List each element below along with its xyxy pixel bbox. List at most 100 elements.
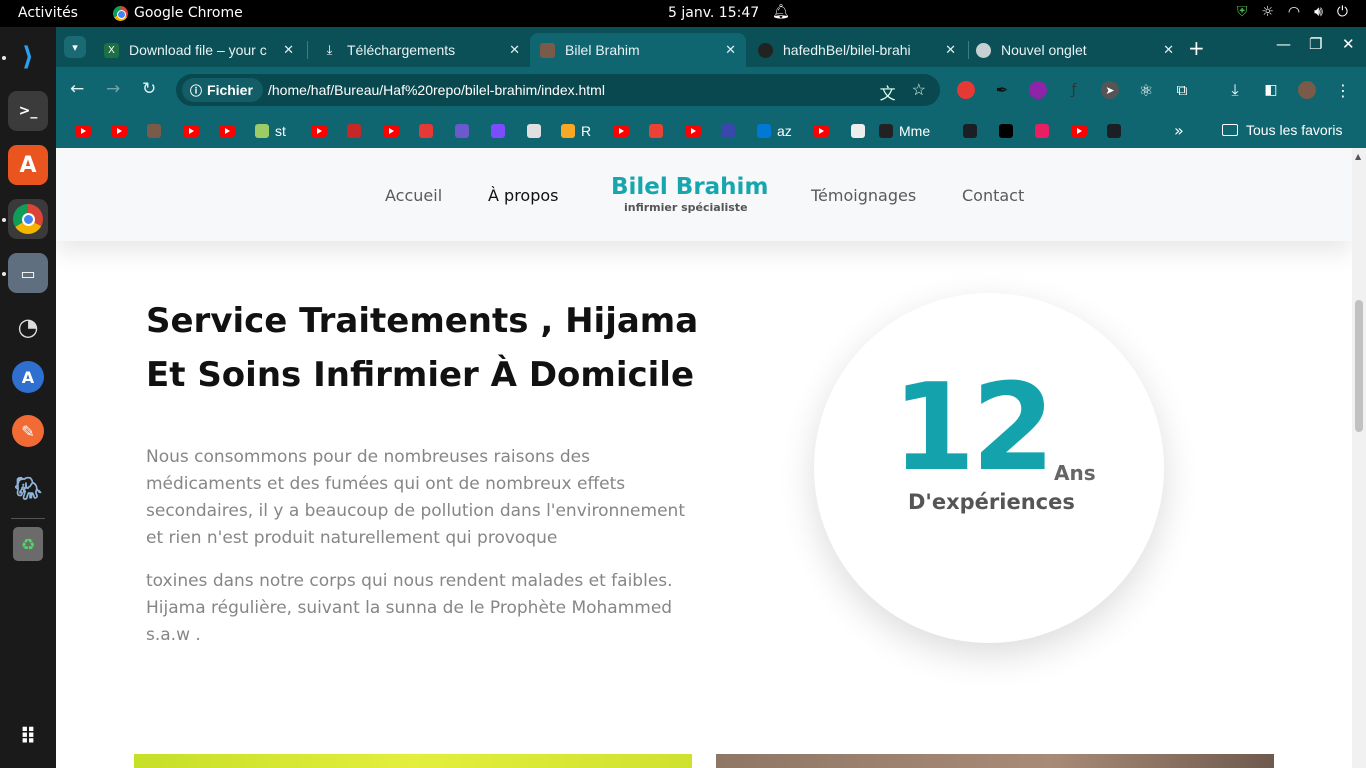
tab-bilel-brahim[interactable]: Bilel Brahim ✕ — [530, 33, 746, 67]
clock[interactable]: 5 janv. 15:47 — [668, 5, 759, 21]
trash-icon[interactable]: ♻ — [13, 527, 43, 561]
youtube-icon — [1071, 125, 1087, 137]
show-apps-icon[interactable]: ⠿ — [8, 717, 48, 757]
m-logo-icon — [455, 124, 469, 138]
scrollbar-thumb[interactable] — [1355, 300, 1363, 432]
reload-button[interactable]: ↻ — [142, 79, 156, 99]
android-studio-icon[interactable]: A — [12, 361, 44, 393]
close-icon[interactable]: ✕ — [283, 42, 294, 58]
close-icon[interactable]: ✕ — [945, 42, 956, 58]
bookmark-star-icon[interactable]: ☆ — [912, 80, 926, 104]
app-menu[interactable]: Google Chrome — [113, 5, 243, 21]
bookmark-item[interactable] — [491, 122, 505, 140]
site-header: Accueil À propos Bilel Brahim infirmier … — [56, 148, 1352, 241]
bookmark-item[interactable] — [813, 122, 829, 140]
bookmark-item[interactable]: st — [255, 122, 286, 140]
obs-icon[interactable]: ◔ — [8, 307, 48, 347]
extension-purple-icon[interactable] — [1029, 81, 1047, 99]
bookmark-item[interactable] — [613, 122, 629, 140]
grid-logo-icon — [527, 124, 541, 138]
close-icon[interactable]: ✕ — [509, 42, 520, 58]
nav-a-propos[interactable]: À propos — [488, 186, 558, 205]
bookmark-item[interactable] — [383, 122, 399, 140]
bookmark-item[interactable] — [1071, 122, 1087, 140]
more-bookmarks-icon[interactable]: » — [1174, 121, 1184, 140]
bookmark-item[interactable] — [999, 122, 1013, 140]
new-tab-button[interactable]: + — [1188, 36, 1205, 60]
postman-icon[interactable]: ✎ — [12, 415, 44, 447]
chrome-window: ▾ X Download file – your c ✕ ⤓ Télécharg… — [56, 27, 1366, 768]
bookmark-item[interactable] — [183, 122, 199, 140]
system-tray[interactable]: ⛨ ☼ ◠ 🔊︎ ⏻ — [1237, 4, 1348, 20]
page-scrollbar[interactable]: ▲ — [1352, 148, 1366, 768]
bookmark-item[interactable] — [1035, 122, 1049, 140]
react-icon[interactable]: ⚛ — [1137, 81, 1155, 100]
vscode-icon[interactable]: ⟩ — [8, 37, 48, 77]
power-icon: ⏻ — [1336, 4, 1348, 20]
activities-button[interactable]: Activités — [18, 5, 78, 21]
bookmark-item[interactable] — [721, 122, 735, 140]
bookmark-item[interactable] — [455, 122, 469, 140]
experience-label: D'expériences — [908, 490, 1075, 514]
profile-photo-icon — [540, 42, 555, 58]
translate-icon[interactable]: ⽂ — [880, 80, 896, 104]
downloads-icon[interactable]: ⤓ — [1226, 80, 1244, 99]
bookmark-item[interactable] — [347, 122, 361, 140]
bookmark-item[interactable] — [311, 122, 327, 140]
bookmark-item[interactable] — [851, 122, 865, 140]
bookmark-item[interactable]: Mme — [879, 122, 930, 140]
brand-name[interactable]: Bilel Brahim — [611, 174, 768, 200]
bookmark-item[interactable] — [147, 122, 161, 140]
site-info-chip[interactable]: ⓘ Fichier — [182, 78, 263, 102]
nav-accueil[interactable]: Accueil — [385, 186, 442, 205]
bookmark-item[interactable] — [419, 122, 433, 140]
scroll-up-arrow-icon[interactable]: ▲ — [1355, 152, 1361, 161]
bookmark-item[interactable] — [111, 122, 127, 140]
bookmark-item[interactable] — [1107, 122, 1121, 140]
bookmark-item[interactable] — [75, 122, 91, 140]
nav-contact[interactable]: Contact — [962, 186, 1024, 205]
url-text[interactable]: /home/haf/Bureau/Haf%20repo/bilel-brahim… — [268, 82, 605, 98]
dock: ⟩ >_ A ▭ ◔ A ✎ 🐘︎ ♻ ⠿ — [0, 27, 56, 768]
bookmark-item[interactable] — [685, 122, 701, 140]
chrome-dock-icon[interactable] — [8, 199, 48, 239]
c-box-icon — [851, 124, 865, 138]
all-bookmarks-folder[interactable]: Tous les favoris — [1222, 122, 1342, 138]
bookmark-item[interactable] — [963, 122, 977, 140]
menu-kebab-icon[interactable]: ⋮ — [1334, 81, 1352, 100]
azure-icon — [757, 124, 771, 138]
back-button[interactable]: ← — [70, 79, 84, 99]
extensions-puzzle-icon[interactable]: ⧉ — [1173, 81, 1191, 99]
tab-download-file[interactable]: X Download file – your c ✕ — [94, 33, 304, 67]
extension-red-drop-icon[interactable] — [957, 81, 975, 99]
terminal-icon[interactable]: >_ — [8, 91, 48, 131]
close-icon[interactable]: ✕ — [725, 42, 736, 58]
bookmark-item[interactable]: az — [757, 122, 792, 140]
bookmark-item[interactable] — [527, 122, 541, 140]
tab-github-repo[interactable]: hafedhBel/bilel-brahi ✕ — [748, 33, 966, 67]
tab-search-button[interactable]: ▾ — [64, 36, 86, 58]
address-bar[interactable]: ⓘ Fichier /home/haf/Bureau/Haf%20repo/bi… — [176, 74, 940, 106]
formula-icon[interactable]: ƒ — [1065, 81, 1083, 99]
close-icon[interactable]: ✕ — [1163, 42, 1174, 58]
tab-telechargements[interactable]: ⤓ Téléchargements ✕ — [312, 33, 530, 67]
bookmark-item[interactable] — [219, 122, 235, 140]
files-icon[interactable]: ▭ — [8, 253, 48, 293]
postgres-elephant-icon[interactable]: 🐘︎ — [8, 469, 48, 509]
experience-circle: 12 Ans D'expériences — [814, 293, 1164, 643]
minimize-button[interactable]: — — [1276, 35, 1291, 53]
app-center-icon[interactable]: A — [8, 145, 48, 185]
cursor-icon[interactable]: ➤ — [1101, 81, 1119, 99]
maximize-button[interactable]: ❐ — [1309, 35, 1322, 53]
tab-nouvel-onglet[interactable]: Nouvel onglet ✕ — [966, 33, 1184, 67]
side-panel-icon[interactable]: ◧ — [1262, 81, 1280, 99]
nav-temoignages[interactable]: Témoignages — [811, 186, 916, 205]
close-window-button[interactable]: ✕ — [1342, 35, 1355, 53]
color-picker-icon[interactable]: ✒ — [993, 81, 1011, 99]
image-icon — [255, 124, 269, 138]
bookmark-item[interactable] — [649, 122, 663, 140]
bookmark-item[interactable]: R — [561, 122, 591, 140]
youtube-icon — [75, 125, 91, 137]
forward-button[interactable]: → — [106, 79, 120, 99]
profile-avatar[interactable] — [1298, 81, 1316, 99]
